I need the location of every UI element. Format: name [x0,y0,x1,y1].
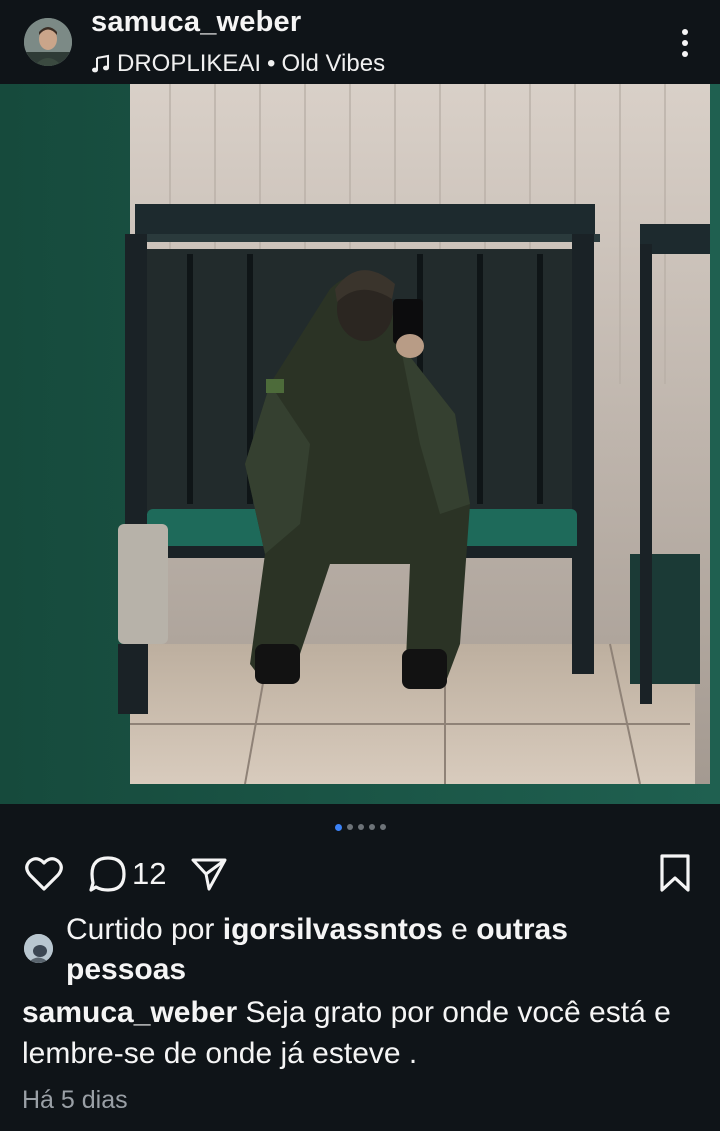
likes-text: Curtido por igorsilvassntos e outras pes… [66,910,686,990]
music-separator: • [267,50,276,77]
music-note-icon [92,54,109,73]
carousel-dot-1 [334,823,342,831]
carousel-dot-4 [368,824,375,830]
carousel-indicator [0,823,720,831]
carousel-dot-5 [379,824,386,830]
caption-username[interactable]: samuca_weber [22,996,237,1029]
likes-user[interactable]: igorsilvassntos [223,913,443,946]
share-paper-plane-icon[interactable] [190,855,228,893]
more-options-button[interactable] [670,26,700,60]
post-header: samuca_weber DROPLIKEAI • Old Vibes [0,0,720,84]
carousel-dot-2 [346,824,353,830]
post-image [0,84,720,804]
post-photo[interactable] [0,84,720,804]
carousel-dot-3 [357,824,364,830]
comment-bubble-icon[interactable] [88,854,128,894]
post-username[interactable]: samuca_weber [91,6,301,39]
more-vertical-icon [682,29,688,57]
likes-conjunction: e [451,913,468,946]
music-artist: DROPLIKEAI [117,50,262,77]
heart-icon[interactable] [24,854,64,894]
post-caption: samuca_weber Seja grato por onde você es… [22,992,712,1074]
post-actions: 12 [0,850,720,896]
bookmark-icon[interactable] [658,853,692,893]
likes-prefix: Curtido por [66,913,215,946]
comment-count: 12 [132,856,167,891]
music-info[interactable]: DROPLIKEAI • Old Vibes [91,50,385,78]
user-avatar[interactable] [24,18,72,66]
liker-avatar [24,934,53,963]
music-track: Old Vibes [281,50,386,77]
post-timestamp: Há 5 dias [22,1086,128,1114]
